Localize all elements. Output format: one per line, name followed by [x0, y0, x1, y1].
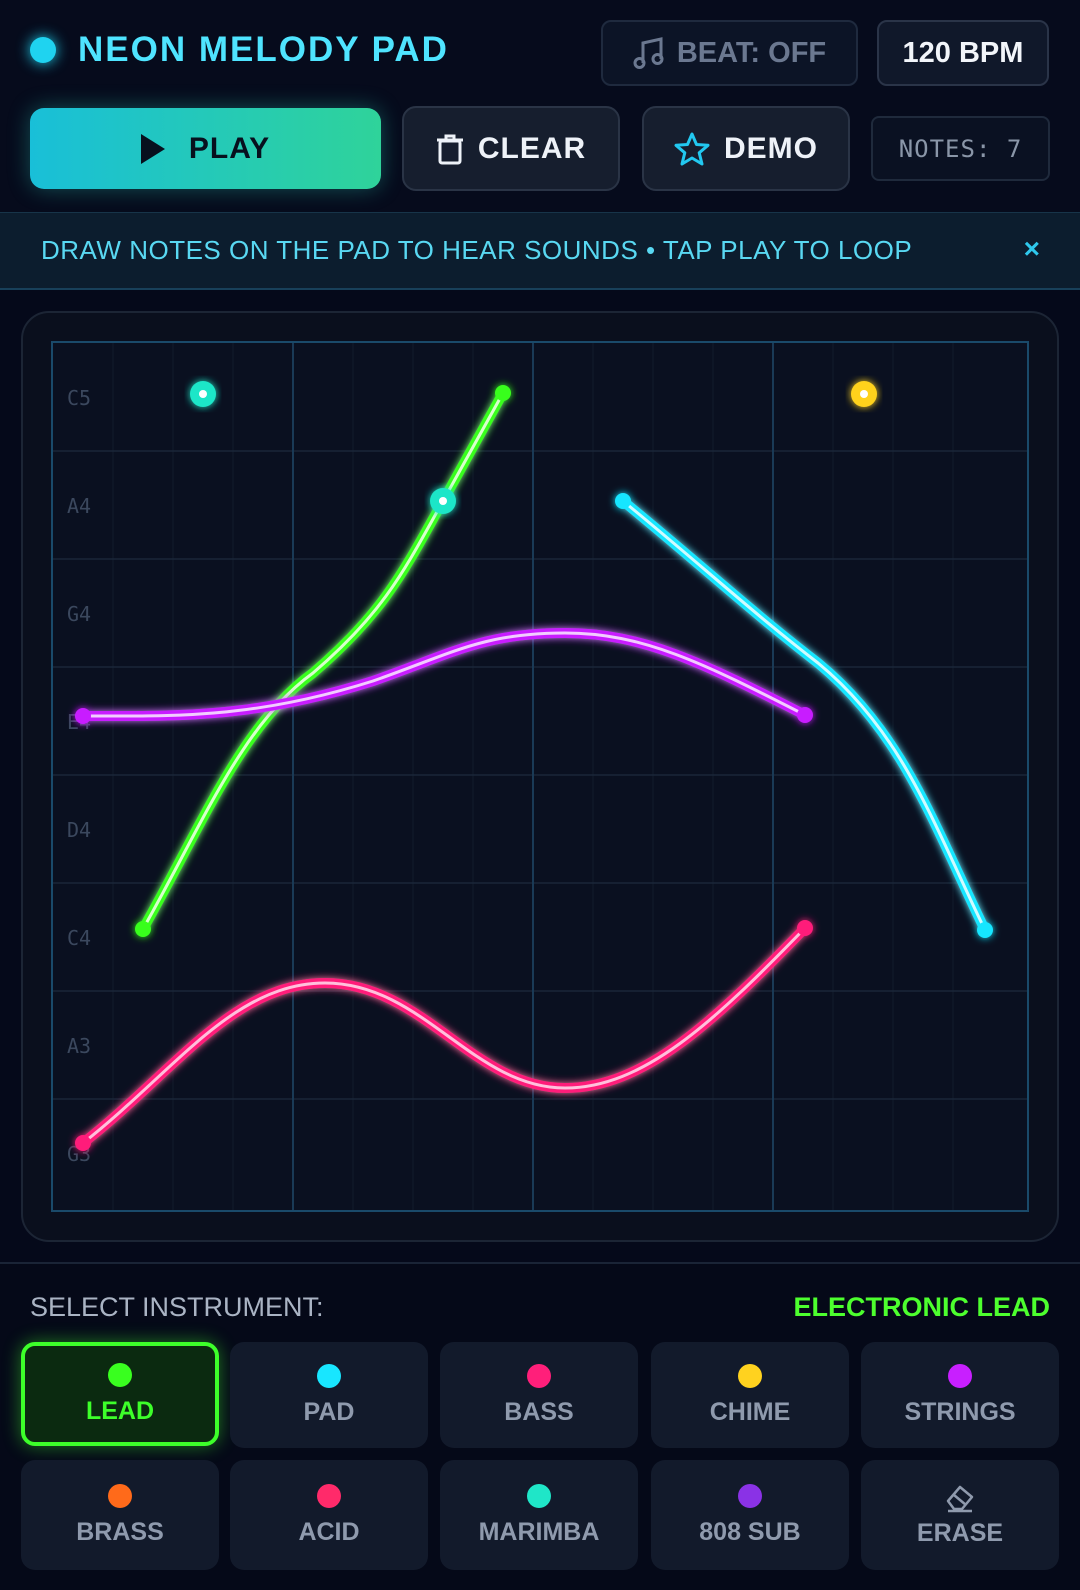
hint-text: DRAW NOTES ON THE PAD TO HEAR SOUNDS • T…	[41, 235, 913, 265]
instrument-label: 808 SUB	[699, 1517, 801, 1546]
note-label: G4	[67, 602, 91, 626]
pad-dot-icon	[317, 1363, 341, 1388]
instrument-panel: SELECT INSTRUMENT: ELECTRONIC LEAD LEAD …	[0, 1262, 1080, 1590]
instrument-label: BRASS	[76, 1517, 164, 1546]
note-stroke-strings[interactable]	[75, 627, 813, 724]
sub-dot-icon	[738, 1483, 762, 1508]
music-note-icon	[633, 37, 664, 69]
acid-dot-icon	[317, 1483, 341, 1508]
instrument-marimba-button[interactable]: MARIMBA	[440, 1460, 638, 1570]
note-label: D4	[67, 818, 91, 842]
trash-icon	[436, 134, 463, 164]
instrument-label: MARIMBA	[478, 1517, 600, 1546]
instrument-brass-button[interactable]: BRASS	[21, 1460, 219, 1570]
instrument-lead-button[interactable]: LEAD	[21, 1342, 219, 1446]
note-dot-marimba[interactable]	[190, 381, 216, 407]
pad-canvas[interactable]: C5 A4 G4 E4 D4 C4 A3 G3	[53, 343, 1027, 1210]
lead-dot-icon	[108, 1362, 132, 1387]
note-label: A3	[67, 1034, 91, 1058]
app-title: NEON MELODY PAD	[78, 30, 449, 69]
instrument-chime-button[interactable]: CHIME	[651, 1342, 849, 1448]
instrument-bass-button[interactable]: BASS	[440, 1342, 638, 1448]
brass-dot-icon	[108, 1483, 132, 1508]
note-dot-chime[interactable]	[851, 381, 877, 407]
status-dot-icon	[30, 37, 56, 63]
strings-dot-icon	[948, 1363, 972, 1388]
note-stroke-bass[interactable]	[75, 920, 813, 1151]
top-bar: NEON MELODY PAD BEAT: OFF 120 BPM PLAY C…	[0, 0, 1080, 212]
play-button[interactable]: PLAY	[30, 108, 381, 189]
erase-button[interactable]: ERASE	[861, 1460, 1059, 1570]
demo-label: DEMO	[724, 131, 818, 165]
close-icon[interactable]: ×	[1024, 233, 1040, 265]
instrument-label: STRINGS	[904, 1397, 1016, 1426]
hint-banner: DRAW NOTES ON THE PAD TO HEAR SOUNDS • T…	[0, 212, 1080, 290]
instrument-808-sub-button[interactable]: 808 SUB	[651, 1460, 849, 1570]
play-label: PLAY	[188, 131, 271, 165]
note-labels: C5 A4 G4 E4 D4 C4 A3 G3	[67, 386, 91, 1166]
current-instrument: ELECTRONIC LEAD	[793, 1292, 1051, 1322]
bpm-display[interactable]: 120 BPM	[877, 20, 1049, 86]
instrument-label: ACID	[298, 1517, 360, 1546]
instrument-pad-button[interactable]: PAD	[230, 1342, 428, 1448]
clear-label: CLEAR	[477, 131, 587, 165]
notes-counter: NOTES: 7	[871, 116, 1050, 181]
instrument-strings-button[interactable]: STRINGS	[861, 1342, 1059, 1448]
bass-dot-icon	[527, 1363, 551, 1388]
instrument-label: PAD	[303, 1397, 355, 1426]
select-instrument-label: SELECT INSTRUMENT:	[30, 1292, 324, 1322]
marimba-dot-icon	[527, 1483, 551, 1508]
note-stroke-lead[interactable]	[135, 385, 511, 937]
note-label: A4	[67, 494, 91, 518]
chime-dot-icon	[738, 1363, 762, 1388]
brand: NEON MELODY PAD	[30, 30, 449, 70]
clear-button[interactable]: CLEAR	[402, 106, 620, 191]
melody-pad[interactable]: C5 A4 G4 E4 D4 C4 A3 G3	[51, 341, 1029, 1212]
instrument-acid-button[interactable]: ACID	[230, 1460, 428, 1570]
play-icon	[140, 133, 165, 164]
star-icon	[674, 132, 710, 165]
instrument-label: LEAD	[85, 1396, 155, 1425]
instrument-label: CHIME	[709, 1397, 791, 1426]
eraser-icon	[946, 1485, 974, 1512]
beat-toggle-button[interactable]: BEAT: OFF	[601, 20, 858, 86]
beat-label: BEAT: OFF	[676, 36, 827, 69]
note-label: C4	[67, 926, 91, 950]
note-label: C5	[67, 386, 91, 410]
demo-button[interactable]: DEMO	[642, 106, 850, 191]
instrument-label: BASS	[504, 1397, 574, 1426]
instrument-label: ERASE	[916, 1518, 1004, 1547]
note-dot-marimba[interactable]	[430, 488, 456, 514]
